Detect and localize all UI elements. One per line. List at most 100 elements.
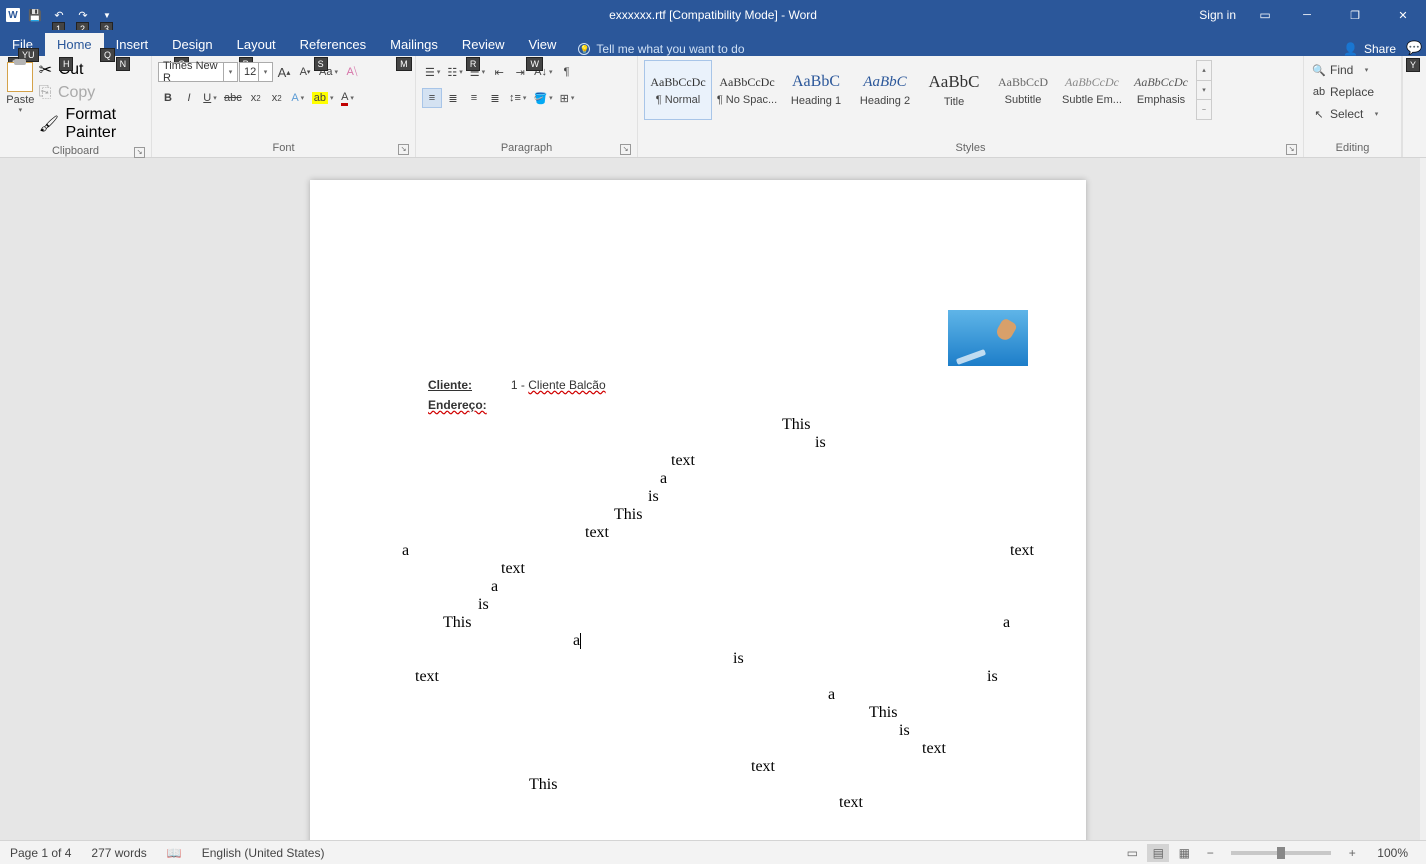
document-text[interactable]: a xyxy=(1003,614,1010,632)
tab-review[interactable]: ReviewR xyxy=(450,33,517,56)
embedded-image[interactable] xyxy=(948,310,1028,366)
zoom-slider[interactable] xyxy=(1231,851,1331,855)
language-indicator[interactable]: English (United States) xyxy=(192,846,335,860)
tab-home[interactable]: HomeH xyxy=(45,33,104,56)
style-title[interactable]: AaBbCTitle xyxy=(920,60,988,120)
tab-references[interactable]: ReferencesS xyxy=(288,33,378,56)
comments-button[interactable]: 💬 Y xyxy=(1406,40,1426,56)
zoom-level[interactable]: 100% xyxy=(1367,846,1418,860)
font-color-button[interactable]: A xyxy=(338,88,358,108)
line-spacing-button[interactable]: ↕≡ xyxy=(506,88,529,108)
paste-button[interactable]: Paste ▾ xyxy=(4,58,37,128)
style--no-spac-[interactable]: AaBbCcDc¶ No Spac... xyxy=(713,60,781,120)
cut-button[interactable]: ✂ Cut xyxy=(39,60,147,80)
document-text[interactable]: a xyxy=(491,578,498,596)
paragraph-dialog-launcher[interactable]: ↘ xyxy=(620,144,631,155)
document-text[interactable]: is xyxy=(987,668,998,686)
bold-button[interactable]: B xyxy=(158,88,178,108)
document-text[interactable]: This xyxy=(782,416,810,434)
shrink-font-button[interactable]: A▾ xyxy=(295,62,315,82)
page[interactable]: Cliente: 1 - Cliente Balcão Endereço: Th… xyxy=(310,180,1086,840)
close-button[interactable]: ✕ xyxy=(1380,0,1426,30)
document-text[interactable]: text xyxy=(501,560,525,578)
style-heading-1[interactable]: AaBbCHeading 1 xyxy=(782,60,850,120)
align-right-button[interactable]: ≡ xyxy=(464,88,484,108)
vertical-scrollbar[interactable] xyxy=(1420,158,1426,840)
document-text[interactable]: text xyxy=(415,668,439,686)
zoom-out-button[interactable]: − xyxy=(1199,844,1221,862)
styles-more-button[interactable]: ▴▾⎯ xyxy=(1196,60,1212,120)
justify-button[interactable]: ≣ xyxy=(485,88,505,108)
signin-button[interactable]: Sign in xyxy=(1189,8,1246,22)
ribbon-display-options-icon[interactable]: ▭ xyxy=(1248,0,1282,30)
superscript-button[interactable]: x2 xyxy=(267,88,287,108)
underline-button[interactable]: U xyxy=(200,88,220,108)
style-heading-2[interactable]: AaBbCHeading 2 xyxy=(851,60,919,120)
tab-design[interactable]: DesignG xyxy=(160,33,224,56)
document-text[interactable]: text xyxy=(1010,542,1034,560)
document-text[interactable]: This xyxy=(529,776,557,794)
share-button[interactable]: 👤 Share YU xyxy=(1333,42,1406,56)
shading-button[interactable]: 🪣 xyxy=(530,88,555,108)
font-dialog-launcher[interactable]: ↘ xyxy=(398,144,409,155)
align-center-button[interactable]: ≣ xyxy=(443,88,463,108)
document-text[interactable]: is xyxy=(478,596,489,614)
text-effects-button[interactable]: A xyxy=(288,88,308,108)
tellme-search[interactable]: 💡 Tell me what you want to do Q xyxy=(568,42,1333,56)
styles-dialog-launcher[interactable]: ↘ xyxy=(1286,144,1297,155)
document-text[interactable]: text xyxy=(751,758,775,776)
document-text[interactable]: This xyxy=(443,614,471,632)
tab-view[interactable]: ViewW xyxy=(516,33,568,56)
document-text[interactable]: a xyxy=(828,686,835,704)
document-text[interactable]: text xyxy=(585,524,609,542)
save-icon[interactable]: 💾 xyxy=(26,6,44,24)
numbering-button[interactable]: ☷ xyxy=(444,62,465,82)
clipboard-dialog-launcher[interactable]: ↘ xyxy=(134,147,145,158)
spellcheck-icon[interactable]: 📖 xyxy=(157,846,192,860)
document-text[interactable]: text xyxy=(922,740,946,758)
document-text[interactable]: is xyxy=(648,488,659,506)
tab-layout[interactable]: LayoutP xyxy=(225,33,288,56)
borders-button[interactable]: ⊞ xyxy=(557,88,578,108)
read-mode-button[interactable]: ▭ xyxy=(1121,844,1143,862)
strikethrough-button[interactable]: abc xyxy=(221,88,245,108)
copy-button[interactable]: ⎘ Copy xyxy=(39,84,147,102)
document-text[interactable]: text xyxy=(671,452,695,470)
print-layout-button[interactable]: ▤ xyxy=(1147,844,1169,862)
style-emphasis[interactable]: AaBbCcDcEmphasis xyxy=(1127,60,1195,120)
minimize-button[interactable]: ─ xyxy=(1284,0,1330,30)
document-text[interactable]: a xyxy=(573,632,581,650)
style--normal[interactable]: AaBbCcDc¶ Normal xyxy=(644,60,712,120)
document-text[interactable]: a xyxy=(660,470,667,488)
tab-mailings[interactable]: MailingsM xyxy=(378,33,450,56)
clear-formatting-button[interactable]: A⧹ xyxy=(342,62,362,82)
zoom-in-button[interactable]: + xyxy=(1341,844,1363,862)
web-layout-button[interactable]: ▦ xyxy=(1173,844,1195,862)
highlight-button[interactable]: ab xyxy=(309,88,337,108)
grow-font-button[interactable]: A▴ xyxy=(274,62,294,82)
document-text[interactable]: is xyxy=(815,434,826,452)
find-button[interactable]: 🔍Find ▾ xyxy=(1308,60,1382,80)
document-area[interactable]: Cliente: 1 - Cliente Balcão Endereço: Th… xyxy=(0,158,1420,840)
style-subtitle[interactable]: AaBbCcDSubtitle xyxy=(989,60,1057,120)
select-button[interactable]: ↖Select ▾ xyxy=(1308,104,1382,124)
font-size-input[interactable]: 12▾ xyxy=(239,62,273,82)
maximize-button[interactable]: ❐ xyxy=(1332,0,1378,30)
page-indicator[interactable]: Page 1 of 4 xyxy=(0,846,81,860)
show-marks-button[interactable]: ¶ xyxy=(557,62,577,82)
document-text[interactable]: is xyxy=(733,650,744,668)
align-left-button[interactable]: ≡ xyxy=(422,88,442,108)
bullets-button[interactable]: ☰ xyxy=(422,62,443,82)
document-text[interactable]: a xyxy=(402,542,409,560)
document-text[interactable]: is xyxy=(899,722,910,740)
decrease-indent-button[interactable]: ⇤ xyxy=(489,62,509,82)
italic-button[interactable]: I xyxy=(179,88,199,108)
replace-button[interactable]: abReplace xyxy=(1308,82,1382,102)
document-text[interactable]: This xyxy=(869,704,897,722)
document-text[interactable]: This xyxy=(614,506,642,524)
word-count[interactable]: 277 words xyxy=(81,846,156,860)
style-subtle-em-[interactable]: AaBbCcDcSubtle Em... xyxy=(1058,60,1126,120)
format-painter-button[interactable]: 🖌 Format Painter xyxy=(39,106,147,142)
font-name-input[interactable]: Times New R▾ xyxy=(158,62,238,82)
document-text[interactable]: text xyxy=(839,794,863,812)
